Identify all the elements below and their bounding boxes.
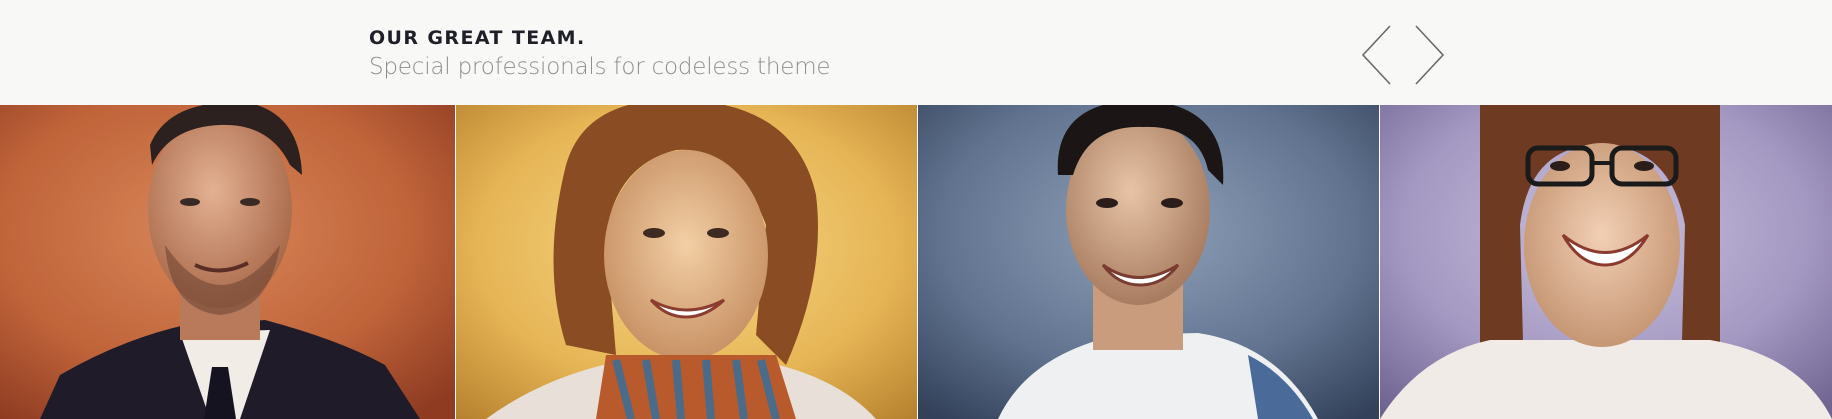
team-member-photo <box>0 105 455 419</box>
team-member-photo <box>918 105 1379 419</box>
team-member-card[interactable] <box>917 105 1379 419</box>
team-gallery <box>0 105 1832 419</box>
section-title: OUR GREAT TEAM. <box>369 27 586 49</box>
team-member-card[interactable] <box>0 105 455 419</box>
team-section-header: OUR GREAT TEAM. Special professionals fo… <box>0 0 1832 105</box>
team-member-card[interactable] <box>455 105 917 419</box>
chevron-left-icon <box>1361 25 1391 85</box>
team-member-photo <box>1380 105 1832 419</box>
carousel-prev-button[interactable] <box>1361 24 1401 86</box>
section-heading: OUR GREAT TEAM. Special professionals fo… <box>369 26 831 82</box>
carousel-next-button[interactable] <box>1412 24 1452 86</box>
chevron-right-icon <box>1415 25 1445 85</box>
team-member-card[interactable] <box>1379 105 1832 419</box>
section-subtitle: Special professionals for codeless theme <box>369 54 831 80</box>
team-member-photo <box>456 105 917 419</box>
